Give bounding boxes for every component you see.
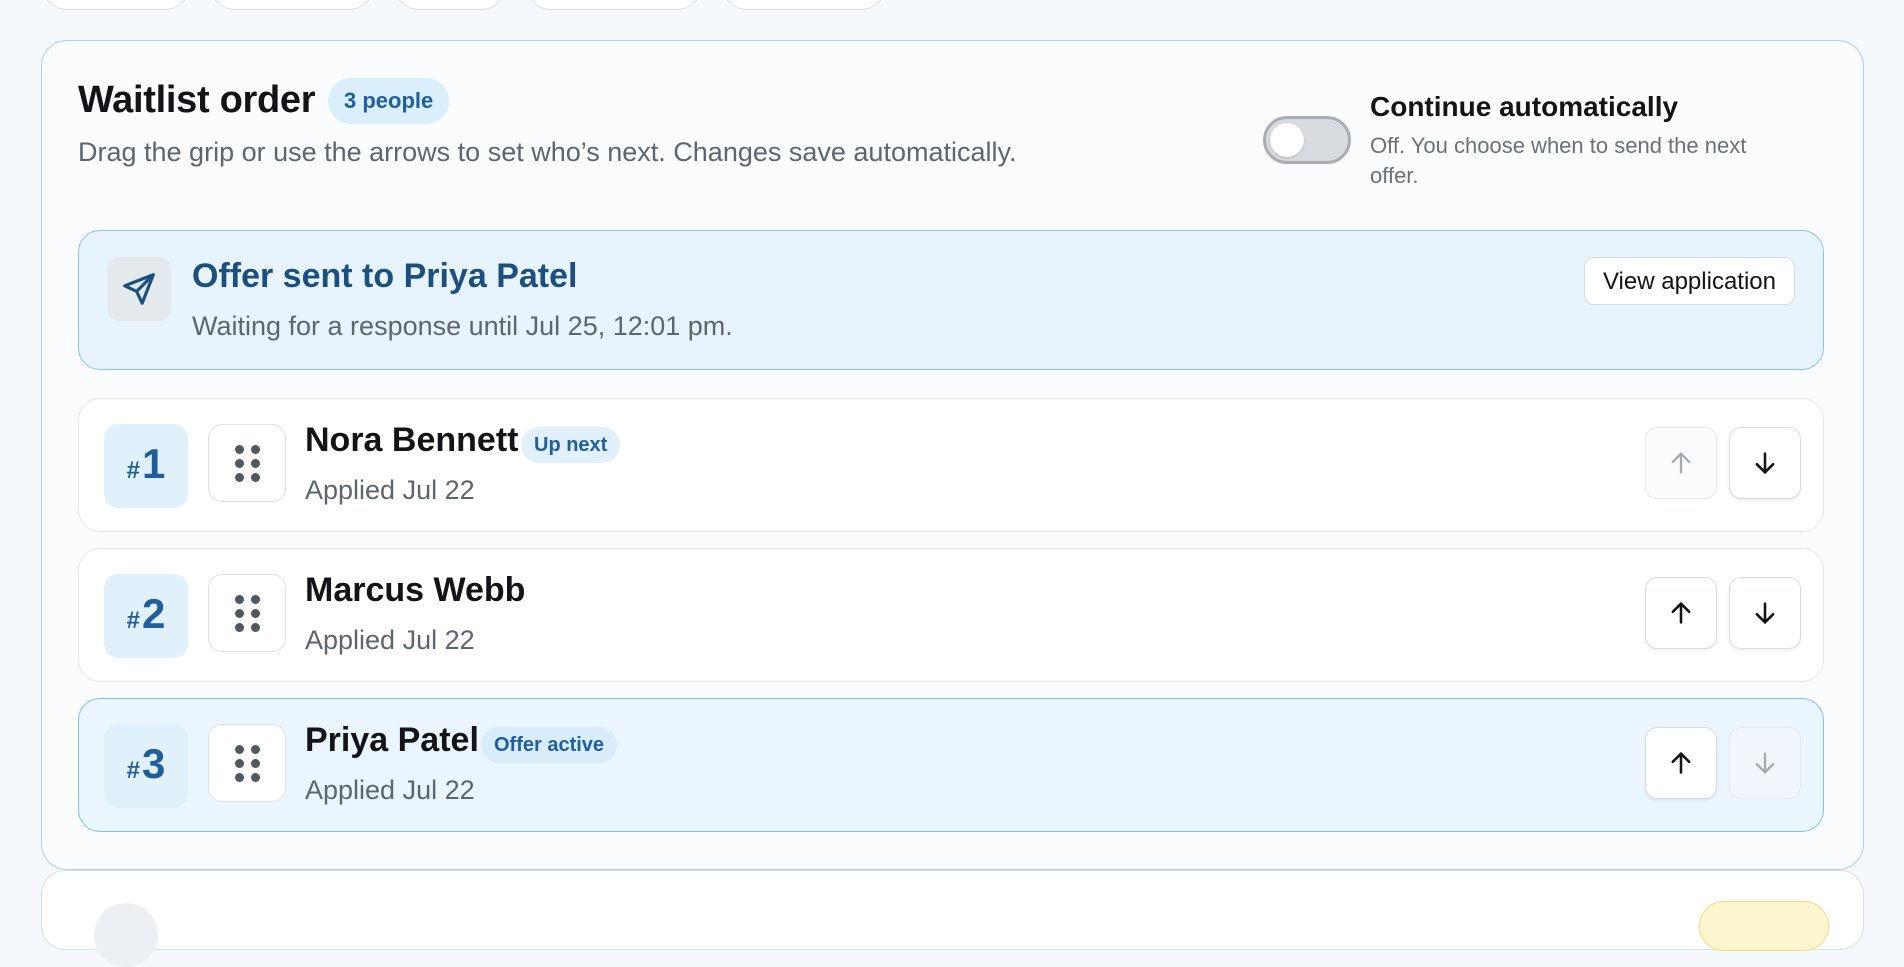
arrow-down-icon bbox=[1755, 452, 1775, 474]
applicant-name: Priya Patel bbox=[305, 721, 479, 759]
applicant-name: Marcus Webb bbox=[305, 571, 526, 609]
next-section-card bbox=[41, 870, 1864, 967]
move-down-button[interactable] bbox=[1729, 577, 1801, 649]
move-up-button[interactable] bbox=[1645, 427, 1717, 499]
move-down-button[interactable] bbox=[1729, 427, 1801, 499]
waitlist-row-active: #3 Priya Patel Offer active Applied Jul … bbox=[78, 698, 1824, 832]
rank-hash: # bbox=[126, 757, 140, 784]
filter-chips-row bbox=[0, 0, 1904, 12]
rank-hash: # bbox=[126, 457, 140, 484]
waitlist-panel: Waitlist order 3 people Drag the grip or… bbox=[41, 40, 1864, 870]
arrow-down-icon bbox=[1755, 752, 1775, 774]
arrow-up-icon bbox=[1671, 452, 1691, 474]
arrow-up-icon bbox=[1671, 602, 1691, 624]
drag-grip-icon[interactable] bbox=[208, 574, 286, 652]
drag-grip-icon[interactable] bbox=[208, 724, 286, 802]
filter-chip[interactable] bbox=[722, 0, 886, 10]
filter-chip[interactable] bbox=[42, 0, 190, 10]
drag-grip-icon[interactable] bbox=[208, 424, 286, 502]
applied-date: Applied Jul 22 bbox=[305, 475, 475, 505]
rank-hash: # bbox=[126, 607, 140, 634]
filter-chip[interactable] bbox=[526, 0, 702, 10]
applied-date: Applied Jul 22 bbox=[305, 625, 475, 655]
arrow-down-icon bbox=[1755, 602, 1775, 624]
continue-automatically-toggle[interactable] bbox=[1263, 116, 1351, 164]
continue-automatically-label: Continue automatically bbox=[1370, 91, 1679, 122]
toggle-knob bbox=[1270, 123, 1304, 157]
filter-chip[interactable] bbox=[394, 0, 506, 10]
up-next-badge: Up next bbox=[521, 427, 621, 463]
move-up-button[interactable] bbox=[1645, 727, 1717, 799]
applied-date: Applied Jul 22 bbox=[305, 775, 475, 805]
continue-automatically-description: Off. You choose when to send the next of… bbox=[1370, 133, 1747, 188]
status-badge bbox=[1699, 901, 1829, 951]
waitlist-title: Waitlist order bbox=[78, 79, 316, 121]
offer-sent-banner: Offer sent to Priya Patel Waiting for a … bbox=[78, 230, 1824, 370]
rank-badge: #3 bbox=[104, 724, 188, 808]
applicant-name: Nora Bennett bbox=[305, 421, 519, 459]
offer-active-badge: Offer active bbox=[481, 727, 618, 763]
rank-badge: #1 bbox=[104, 424, 188, 508]
view-application-button[interactable]: View application bbox=[1583, 257, 1795, 305]
people-count-badge: 3 people bbox=[328, 78, 450, 124]
rank-number: 1 bbox=[142, 440, 166, 487]
send-icon bbox=[107, 257, 171, 321]
waitlist-row: #2 Marcus Webb Applied Jul 22 bbox=[78, 548, 1824, 682]
waitlist-row: #1 Nora Bennett Up next Applied Jul 22 bbox=[78, 398, 1824, 532]
offer-response-deadline: Waiting for a response until Jul 25, 12:… bbox=[192, 311, 733, 341]
move-down-button[interactable] bbox=[1729, 727, 1801, 799]
waitlist-subtitle: Drag the grip or use the arrows to set w… bbox=[78, 137, 1017, 167]
arrow-up-icon bbox=[1671, 752, 1691, 774]
rank-number: 3 bbox=[142, 740, 166, 787]
rank-badge: #2 bbox=[104, 574, 188, 658]
rank-number: 2 bbox=[142, 590, 166, 637]
avatar bbox=[94, 903, 158, 967]
move-up-button[interactable] bbox=[1645, 577, 1717, 649]
offer-title: Offer sent to Priya Patel bbox=[192, 257, 578, 295]
filter-chip[interactable] bbox=[210, 0, 374, 10]
